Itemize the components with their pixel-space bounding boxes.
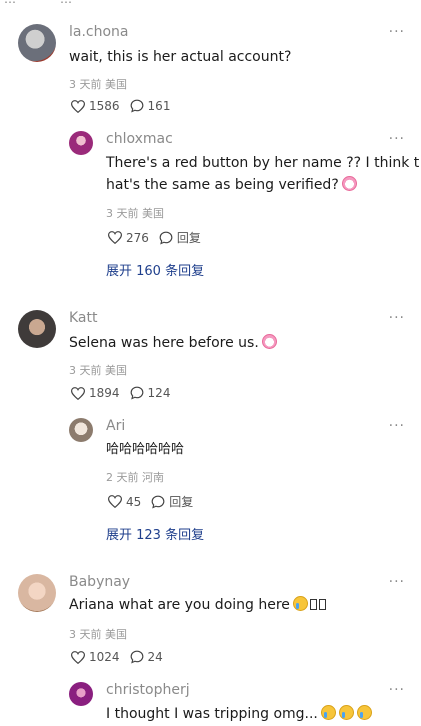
- reply-actions: 45 回复: [108, 493, 203, 510]
- comment-bubble-icon: [130, 386, 143, 400]
- username[interactable]: Babynay: [69, 574, 130, 590]
- username[interactable]: christopherj: [106, 682, 190, 698]
- comment-bubble-icon: [130, 99, 143, 113]
- more-options-icon[interactable]: ···: [389, 682, 405, 698]
- crying-emoji-icon: [320, 705, 336, 720]
- more-options-icon[interactable]: ···: [389, 310, 405, 326]
- reply-label: 回复: [176, 231, 201, 245]
- like-count: 276: [126, 230, 149, 245]
- username[interactable]: la.chona: [69, 24, 129, 40]
- reply-meta: 3 天前 美国: [106, 207, 164, 220]
- reply-text: I thought I was tripping omg...: [106, 702, 372, 726]
- reply-actions: 276 回复: [108, 229, 211, 246]
- like-button[interactable]: 1894: [71, 386, 120, 400]
- crying-emoji-icon: [356, 705, 372, 720]
- like-button[interactable]: 45: [108, 495, 141, 509]
- crying-emoji-icon: [292, 596, 308, 611]
- more-options-icon[interactable]: ···: [389, 24, 405, 40]
- avatar[interactable]: [69, 418, 93, 442]
- like-button[interactable]: 1586: [71, 99, 120, 113]
- top-fragment: … …: [0, 0, 421, 6]
- reply-count: 124: [147, 386, 171, 400]
- reply-button[interactable]: 161: [130, 99, 171, 113]
- username[interactable]: Ari: [106, 418, 125, 434]
- heart-icon: [71, 650, 85, 664]
- like-button[interactable]: 276: [108, 231, 149, 245]
- comment-actions: 1024 24: [71, 650, 173, 664]
- avatar[interactable]: [18, 574, 56, 612]
- clown-emoji-icon: [261, 334, 277, 349]
- comment-actions: 1586 161: [71, 99, 180, 113]
- comment-actions: 1894 124: [71, 386, 180, 400]
- avatar[interactable]: [18, 24, 56, 62]
- like-count: 1894: [89, 386, 120, 400]
- like-count: 1024: [89, 650, 120, 664]
- heart-icon: [108, 495, 122, 508]
- clown-emoji-icon: [341, 176, 357, 191]
- reply-text: 哈哈哈哈哈哈: [106, 442, 185, 457]
- avatar[interactable]: [69, 131, 93, 155]
- comment-bubble-icon: [159, 231, 173, 245]
- username[interactable]: chloxmac: [106, 131, 173, 147]
- reply-meta: 2 天前 河南: [106, 471, 164, 484]
- more-options-icon[interactable]: ···: [389, 574, 405, 590]
- comment-text: wait, this is her actual account?: [69, 49, 292, 65]
- more-options-icon[interactable]: ···: [389, 131, 405, 147]
- like-count: 1586: [89, 99, 120, 113]
- reply-button[interactable]: 回复: [151, 493, 193, 510]
- avatar[interactable]: [69, 682, 93, 706]
- heart-icon: [71, 99, 85, 113]
- comment-bubble-icon: [130, 650, 143, 664]
- reply-count: 24: [147, 650, 163, 664]
- comment-meta: 3 天前 美国: [69, 628, 127, 641]
- reply-button[interactable]: 回复: [159, 229, 201, 246]
- comment-bubble-icon: [151, 495, 165, 509]
- heart-icon: [108, 231, 122, 244]
- reply-text-line2: hat's the same as being verified?: [106, 173, 357, 197]
- comment-meta: 3 天前 美国: [69, 78, 127, 91]
- more-options-icon[interactable]: ···: [389, 418, 405, 434]
- username[interactable]: Katt: [69, 310, 98, 326]
- reply-label: 回复: [169, 495, 194, 509]
- heart-icon: [71, 386, 85, 400]
- reply-button[interactable]: 124: [130, 386, 171, 400]
- reply-button[interactable]: 24: [130, 650, 163, 664]
- expand-replies-link[interactable]: 展开 123 条回复: [106, 524, 204, 543]
- crying-emoji-icon: [338, 705, 354, 720]
- avatar[interactable]: [18, 310, 56, 348]
- reply-text-line1: There's a red button by her name ?? I th…: [106, 155, 420, 171]
- like-button[interactable]: 1024: [71, 650, 120, 664]
- like-count: 45: [126, 494, 142, 509]
- unsupported-glyph-icon: [318, 599, 326, 610]
- expand-replies-link[interactable]: 展开 160 条回复: [106, 260, 204, 279]
- comment-text: Selena was here before us.: [69, 331, 277, 355]
- reply-count: 161: [147, 99, 171, 113]
- comment-text: Ariana what are you doing here: [69, 593, 326, 617]
- comment-meta: 3 天前 美国: [69, 364, 127, 377]
- unsupported-glyph-icon: [309, 599, 317, 610]
